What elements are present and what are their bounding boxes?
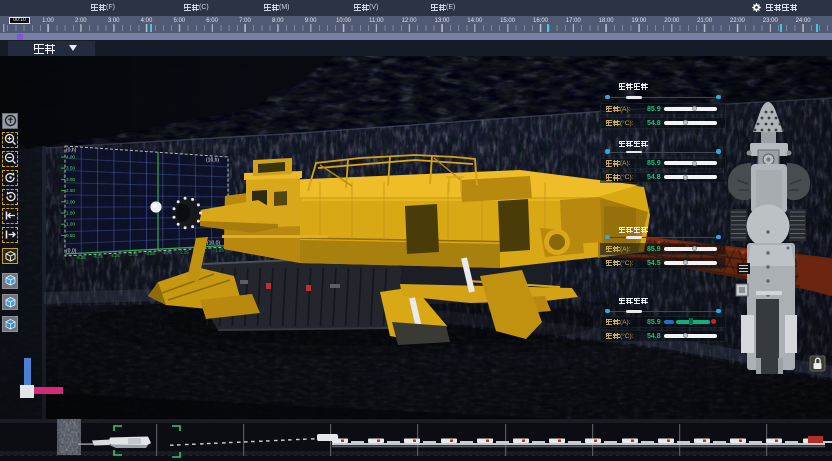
svg-text:2.50: 2.50 <box>66 188 75 193</box>
svg-text:2.00: 2.00 <box>66 199 75 204</box>
svg-text:0.50: 0.50 <box>66 233 75 238</box>
svg-text:3.50: 3.50 <box>66 166 75 171</box>
svg-text:-1.25: -1.25 <box>214 247 224 252</box>
svg-text:-2.75: -2.75 <box>162 250 172 255</box>
svg-text:-3.75: -3.75 <box>128 252 138 257</box>
svg-text:(0,0): (0,0) <box>66 249 77 255</box>
svg-text:1.00: 1.00 <box>66 222 75 227</box>
svg-text:-4.75: -4.75 <box>93 254 103 259</box>
svg-text:(10,h): (10,h) <box>206 158 219 164</box>
svg-text:-2.25: -2.25 <box>179 249 189 254</box>
svg-text:-5.25: -5.25 <box>76 255 86 260</box>
svg-text:(0,h): (0,h) <box>66 148 77 154</box>
svg-text:4.00: 4.00 <box>66 155 75 160</box>
svg-text:(10,0): (10,0) <box>207 241 220 247</box>
svg-text:1.50: 1.50 <box>66 211 75 216</box>
svg-text:3.00: 3.00 <box>66 177 75 182</box>
svg-text:-3.25: -3.25 <box>145 251 155 256</box>
svg-text:-4.25: -4.25 <box>110 253 120 258</box>
